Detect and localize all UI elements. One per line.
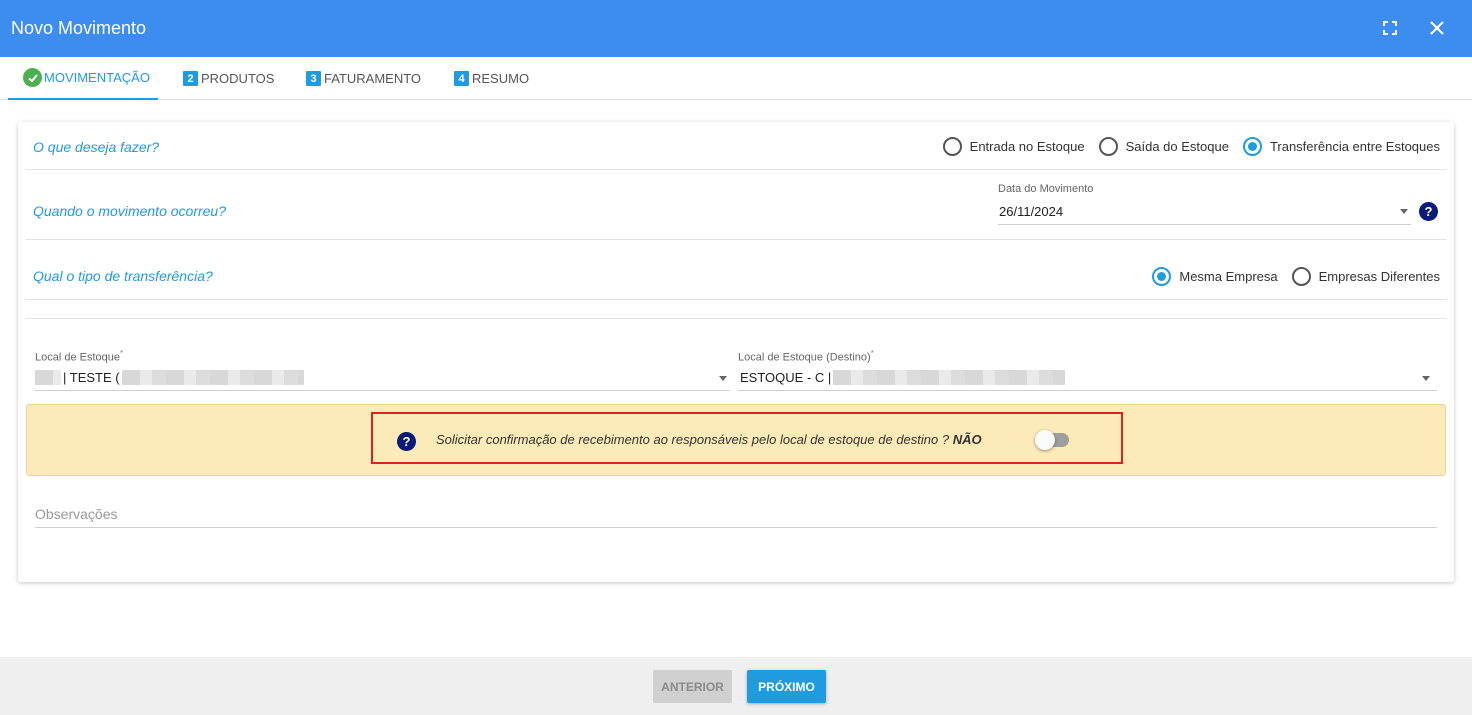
radio-label: Saída do Estoque <box>1125 139 1229 154</box>
next-button[interactable]: PRÓXIMO <box>747 670 826 703</box>
date-input[interactable]: 26/11/2024 <box>999 204 1063 219</box>
radio-transferencia[interactable]: Transferência entre Estoques <box>1242 137 1440 156</box>
radio-label: Entrada no Estoque <box>969 139 1085 154</box>
required-mark: * <box>870 349 874 358</box>
observacoes-input[interactable]: Observações <box>35 506 117 522</box>
date-underline <box>998 224 1411 225</box>
tab-label: MOVIMENTAÇÃO <box>44 70 150 85</box>
chevron-down-icon[interactable] <box>1400 209 1408 214</box>
redacted-text <box>121 370 304 385</box>
radio-entrada[interactable]: Entrada no Estoque <box>942 137 1085 156</box>
destino-label: Local de Estoque (Destino)* <box>738 349 874 364</box>
tab-movimentacao[interactable]: MOVIMENTAÇÃO <box>8 57 158 100</box>
radio-label: Mesma Empresa <box>1179 269 1278 284</box>
origem-label: Local de Estoque* <box>35 349 123 364</box>
origem-label-text: Local de Estoque <box>35 351 121 364</box>
radio-circle <box>1152 267 1172 286</box>
window-title: Novo Movimento <box>11 18 147 38</box>
step-badge: 3 <box>306 71 321 86</box>
radio-circle <box>1242 137 1262 156</box>
redacted-text <box>833 370 1066 385</box>
tab-produtos[interactable]: 2 PRODUTOS <box>183 57 274 100</box>
destino-value: ESTOQUE - C | <box>740 370 832 385</box>
help-icon[interactable]: ? <box>1419 202 1438 221</box>
destino-label-text: Local de Estoque (Destino) <box>738 351 871 364</box>
divider <box>25 169 1447 170</box>
destino-underline <box>738 390 1437 391</box>
radio-saida[interactable]: Saída do Estoque <box>1098 137 1229 156</box>
question-transfer-type: Qual o tipo de transferência? <box>33 268 213 284</box>
close-icon[interactable] <box>1426 17 1448 39</box>
destino-select[interactable]: ESTOQUE - C | <box>740 370 1066 385</box>
confirmation-toggle[interactable] <box>1035 430 1069 450</box>
footer-bar: ANTERIOR PRÓXIMO <box>0 657 1472 715</box>
transfer-type-radio-group: Mesma Empresa Empresas Diferentes <box>1138 267 1440 286</box>
maximize-icon[interactable] <box>1379 17 1401 39</box>
chevron-down-icon[interactable] <box>719 376 727 381</box>
tab-label: RESUMO <box>472 71 530 86</box>
tab-faturamento[interactable]: 3 FATURAMENTO <box>306 57 421 100</box>
radio-circle <box>1291 267 1311 286</box>
origem-value: | TESTE ( <box>63 370 120 385</box>
check-circle-icon <box>23 68 42 87</box>
origem-select[interactable]: | TESTE ( <box>35 370 304 385</box>
notice-text-wrap: Solicitar confirmação de recebimento ao … <box>436 432 982 447</box>
radio-empresas-diferentes[interactable]: Empresas Diferentes <box>1291 267 1440 286</box>
question-icon: ? <box>397 432 416 451</box>
radio-label: Transferência entre Estoques <box>1269 139 1440 154</box>
question-operation: O que deseja fazer? <box>33 139 160 155</box>
redacted-text <box>35 370 61 385</box>
tab-label: PRODUTOS <box>201 71 275 86</box>
tab-label: FATURAMENTO <box>324 71 422 86</box>
origem-underline <box>35 390 730 391</box>
operation-radio-group: Entrada no Estoque Saída do Estoque Tran… <box>929 137 1440 156</box>
previous-button[interactable]: ANTERIOR <box>653 670 732 703</box>
radio-mesma-empresa[interactable]: Mesma Empresa <box>1152 267 1278 286</box>
notice-status: NÃO <box>952 432 982 447</box>
divider <box>25 318 1447 319</box>
required-mark: * <box>120 349 124 358</box>
radio-label: Empresas Diferentes <box>1318 269 1440 284</box>
toggle-knob <box>1035 430 1055 450</box>
divider <box>25 299 1447 300</box>
chevron-down-icon[interactable] <box>1422 376 1430 381</box>
tab-resumo[interactable]: 4 RESUMO <box>454 57 529 100</box>
question-date: Quando o movimento ocorreu? <box>33 203 226 219</box>
date-label: Data do Movimento <box>998 183 1094 195</box>
observacoes-underline <box>35 527 1437 528</box>
form-card: O que deseja fazer? Entrada no Estoque S… <box>18 122 1454 582</box>
confirmation-notice: ? Solicitar confirmação de recebimento a… <box>26 404 1446 476</box>
divider <box>25 239 1447 240</box>
step-badge: 4 <box>454 71 469 86</box>
radio-circle <box>942 137 962 156</box>
wizard-tabs: MOVIMENTAÇÃO 2 PRODUTOS 3 FATURAMENTO 4 … <box>0 57 1472 100</box>
window-header: Novo Movimento <box>0 0 1472 57</box>
step-badge: 2 <box>183 71 198 86</box>
radio-circle <box>1098 137 1118 156</box>
notice-text: Solicitar confirmação de recebimento ao … <box>436 432 950 447</box>
